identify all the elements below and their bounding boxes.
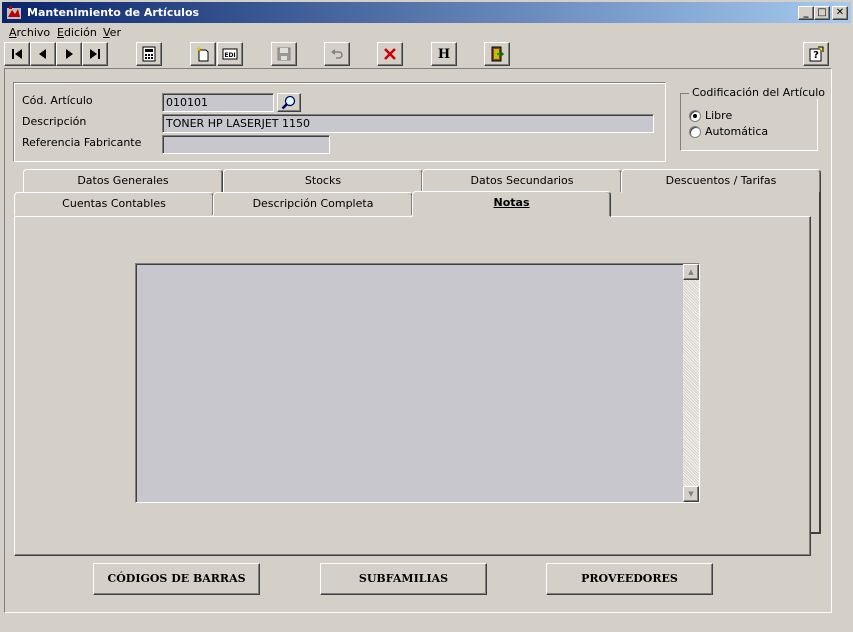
code-field[interactable]: 010101 — [162, 93, 274, 112]
close-icon: ✕ — [835, 7, 845, 18]
save-button[interactable] — [271, 42, 297, 66]
menu-archivo-accel: A — [9, 26, 17, 39]
notes-tab-page: ▲ ▼ — [14, 216, 811, 556]
description-field[interactable]: TONER HP LASERJET 1150 — [162, 114, 654, 133]
menu-edicion-label: dición — [63, 26, 97, 39]
description-label: Descripción — [22, 115, 87, 128]
notes-scrollbar[interactable]: ▲ ▼ — [683, 264, 699, 502]
scroll-up-button[interactable]: ▲ — [683, 264, 699, 280]
scroll-down-icon: ▼ — [688, 490, 694, 498]
delete-icon — [384, 48, 396, 60]
window-title: Mantenimiento de Artículos — [27, 6, 200, 19]
minimize-icon: _ — [803, 7, 809, 18]
main-window: Mantenimiento de Artículos _ □ ✕ Archivo… — [0, 0, 853, 632]
code-label: Cód. Artículo — [22, 94, 93, 107]
code-lookup-button[interactable] — [277, 93, 301, 112]
codification-title: Codificación del Artículo — [689, 86, 828, 99]
menu-ver-accel: V — [103, 26, 110, 39]
next-record-button[interactable] — [56, 42, 82, 66]
tab-datos-secundarios[interactable]: Datos Secundarios — [422, 169, 622, 193]
maximize-button[interactable]: □ — [814, 6, 830, 20]
menu-edicion[interactable]: Edición — [57, 26, 97, 39]
codification-group: Codificación del Artículo Libre Automáti… — [680, 86, 828, 151]
previous-record-icon — [39, 49, 46, 59]
tab-descuentos-tarifas[interactable]: Descuentos / Tarifas — [621, 169, 821, 193]
suppliers-button[interactable]: PROVEEDORES — [546, 563, 713, 595]
exit-door-icon — [491, 46, 505, 62]
first-record-icon — [12, 49, 22, 59]
radio-automatica[interactable] — [689, 126, 701, 138]
first-record-button[interactable] — [4, 42, 30, 66]
calculator-button[interactable] — [136, 42, 162, 66]
edit-record-button[interactable]: EDI — [217, 42, 243, 66]
manufacturer-ref-field[interactable] — [162, 135, 330, 154]
menu-ver[interactable]: Ver — [103, 26, 121, 39]
menu-archivo-label: rchivo — [16, 26, 51, 39]
help-question-icon: ? — [809, 46, 824, 62]
barcodes-button[interactable]: CÓDIGOS DE BARRAS — [93, 563, 260, 595]
exit-button[interactable] — [484, 42, 510, 66]
save-icon — [277, 47, 291, 61]
magnifier-icon — [281, 95, 296, 109]
help-button[interactable]: ? — [803, 42, 829, 66]
next-record-icon — [66, 49, 73, 59]
new-record-button[interactable] — [190, 42, 216, 66]
calculator-icon — [142, 46, 156, 62]
radio-automatica-label: Automática — [705, 125, 769, 138]
notes-textarea[interactable]: ▲ ▼ — [135, 263, 700, 503]
svg-text:?: ? — [813, 50, 819, 61]
menu-bar: Archivo Edición Ver — [2, 24, 851, 41]
last-record-button[interactable] — [82, 42, 108, 66]
last-record-icon — [90, 49, 100, 59]
help-h-icon: H — [437, 46, 451, 62]
radio-libre[interactable] — [689, 110, 701, 122]
undo-icon — [331, 49, 343, 59]
delete-button[interactable] — [377, 42, 403, 66]
radio-libre-label: Libre — [705, 109, 733, 122]
help-h-button[interactable]: H — [431, 42, 457, 66]
main-panel: Cód. Artículo 010101 Descripción TONER H… — [4, 68, 832, 613]
subfamilies-button[interactable]: SUBFAMILIAS — [320, 563, 487, 595]
tab-datos-generales[interactable]: Datos Generales — [23, 169, 223, 193]
article-header-group: Cód. Artículo 010101 Descripción TONER H… — [13, 82, 666, 162]
tab-stocks[interactable]: Stocks — [223, 169, 423, 193]
close-button[interactable]: ✕ — [832, 6, 848, 20]
maximize-icon: □ — [817, 7, 827, 18]
menu-archivo[interactable]: Archivo — [9, 26, 50, 39]
scroll-down-button[interactable]: ▼ — [683, 486, 699, 502]
toolbar: EDI H ? — [2, 40, 851, 68]
scroll-up-icon: ▲ — [688, 268, 694, 276]
undo-button[interactable] — [324, 42, 350, 66]
minimize-button[interactable]: _ — [798, 6, 814, 20]
manufacturer-ref-label: Referencia Fabricante — [22, 136, 142, 149]
app-icon[interactable] — [6, 5, 22, 21]
edit-record-icon: EDI — [222, 48, 238, 60]
status-bar — [2, 614, 851, 630]
tab-notas[interactable]: Notas — [412, 191, 611, 217]
new-record-icon — [196, 46, 209, 62]
menu-edicion-accel: E — [57, 26, 64, 39]
svg-text:EDI: EDI — [224, 52, 235, 59]
title-bar[interactable]: Mantenimiento de Artículos _ □ ✕ — [2, 2, 851, 23]
previous-record-button[interactable] — [30, 42, 56, 66]
menu-ver-label: er — [109, 26, 121, 39]
